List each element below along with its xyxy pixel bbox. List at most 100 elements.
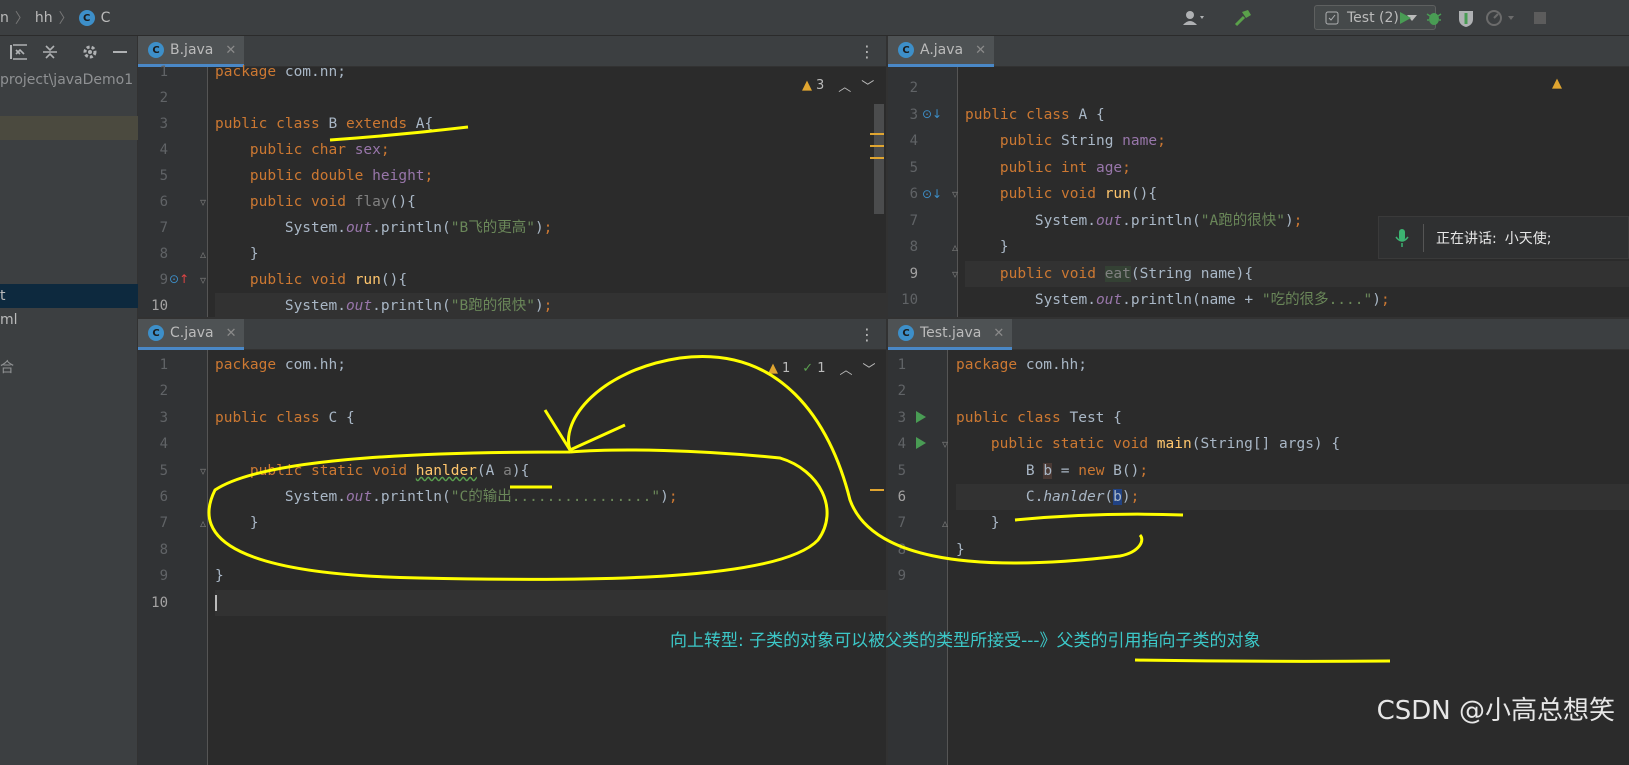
overridden-icon[interactable]: ⊙↓: [922, 107, 942, 121]
line-number: 1: [159, 64, 168, 80]
line-number: 3: [159, 410, 168, 426]
inspection-widget[interactable]: ▲ 1 ✓ 1 ︿ ﹀: [768, 359, 876, 378]
stop-button[interactable]: [1532, 0, 1548, 36]
warning-icon: ▲: [1552, 76, 1562, 91]
line-number: 3: [159, 116, 168, 132]
line-number: 2: [897, 383, 906, 399]
code-line: System.out.println("C的输出................…: [215, 489, 678, 505]
line-gutter: 2 3 4 5 6 7 8 9 10 ⊙↓ ⊙↓ ▿ ▵ ▿: [888, 67, 958, 318]
sidebar-item[interactable]: 合: [0, 356, 138, 380]
overridden-icon[interactable]: ⊙↓: [922, 187, 942, 201]
vcs-user-button[interactable]: [1180, 0, 1208, 36]
sidebar-item-selected[interactable]: t: [0, 284, 138, 308]
code-line: public int age;: [999, 160, 1131, 176]
project-path[interactable]: project\javaDemo1: [0, 68, 138, 92]
warning-icon: ▲: [768, 361, 778, 376]
chevron-down-icon[interactable]: ﹀: [862, 359, 875, 378]
warning-icon: ▲: [802, 78, 812, 93]
debug-button[interactable]: [1424, 0, 1444, 36]
fold-icon[interactable]: ▵: [200, 247, 206, 261]
collapse-all-icon[interactable]: [40, 42, 60, 62]
inspection-widget[interactable]: ▲ 3 ︿ ﹀: [802, 76, 874, 95]
more-options-icon[interactable]: ⋮: [859, 325, 875, 344]
code-line: public String name;: [999, 133, 1166, 149]
typo-check-icon: ✓: [802, 361, 814, 376]
tab-label: C.java: [170, 325, 214, 341]
breadcrumb-package[interactable]: hh: [35, 10, 53, 26]
line-number: 4: [159, 142, 168, 158]
overrides-icon[interactable]: ⊙↑: [169, 272, 189, 286]
line-gutter: 1 2 3 4 5 6 7 8 9 10 ⊙↑ ▿ ▵ ▿: [138, 64, 208, 318]
class-icon: C: [148, 42, 164, 58]
speaking-label: 正在讲话:: [1436, 230, 1497, 247]
scrollbar[interactable]: [874, 104, 884, 214]
inspection-widget[interactable]: ▲: [1552, 76, 1562, 91]
fold-icon[interactable]: ▵: [200, 516, 206, 530]
code-line: [215, 590, 887, 616]
editor-tab-bar: C Test.java ✕: [888, 319, 1629, 350]
line-number: 4: [909, 133, 918, 149]
run-gutter-icon[interactable]: [916, 437, 926, 449]
profile-button[interactable]: [1484, 0, 1518, 36]
tab-test-java[interactable]: C Test.java ✕: [888, 319, 1013, 350]
fold-icon[interactable]: ▿: [952, 267, 958, 281]
code-line: public void run(){: [999, 186, 1158, 202]
run-configuration-select[interactable]: Test (2): [1314, 5, 1436, 30]
sidebar-item[interactable]: ml: [0, 308, 138, 332]
close-icon[interactable]: ✕: [993, 326, 1004, 341]
code-editor[interactable]: package com.hh; public class C { public …: [215, 350, 887, 765]
line-number: 2: [159, 383, 168, 399]
breadcrumb-class[interactable]: C: [101, 10, 111, 26]
error-stripe-mark[interactable]: [870, 157, 884, 159]
fold-icon[interactable]: ▿: [952, 187, 958, 201]
debug-icon: [1426, 13, 1442, 25]
run-icon: [1400, 12, 1411, 24]
test-config-icon: [1325, 11, 1339, 24]
line-number: 2: [909, 80, 918, 96]
tab-c-java[interactable]: C C.java ✕: [138, 319, 245, 350]
expand-all-icon[interactable]: [10, 42, 30, 62]
close-icon[interactable]: ✕: [225, 43, 236, 58]
gear-icon[interactable]: [80, 42, 100, 62]
editor-tab-bar: C A.java ✕: [888, 36, 1629, 67]
fold-icon[interactable]: ▿: [200, 464, 206, 478]
fold-icon[interactable]: ▵: [952, 240, 958, 254]
fold-icon[interactable]: ▿: [200, 273, 206, 287]
fold-icon[interactable]: ▵: [942, 516, 948, 530]
horizontal-splitter[interactable]: [138, 317, 1629, 319]
project-toolbar: [0, 36, 138, 68]
code-editor[interactable]: package com.nn; public class B extends A…: [215, 64, 887, 318]
error-stripe-mark[interactable]: [870, 489, 884, 491]
error-stripe-mark[interactable]: [870, 133, 884, 135]
run-button[interactable]: [1396, 0, 1414, 36]
close-icon[interactable]: ✕: [226, 326, 237, 341]
error-stripe-mark[interactable]: [870, 145, 884, 147]
chevron-down-icon[interactable]: ﹀: [861, 76, 874, 95]
chevron-up-icon[interactable]: ︿: [839, 359, 852, 378]
navigation-bar: n 〉 hh 〉 C C Test (2): [0, 0, 1629, 36]
run-gutter-icon[interactable]: [916, 411, 926, 423]
line-number: 5: [897, 463, 906, 479]
tab-a-java[interactable]: C A.java ✕: [888, 36, 995, 67]
chevron-right-icon: 〉: [58, 11, 73, 27]
line-number: 7: [159, 220, 168, 236]
chevron-right-icon: 〉: [14, 11, 29, 27]
code-line: public double height;: [249, 168, 434, 184]
chevron-up-icon[interactable]: ︿: [838, 76, 851, 95]
editor-pane-b: C B.java ✕ ⋮ 1 2 3 4 5 6 7 8 9 10 ⊙↑ ▿ ▵…: [138, 36, 887, 318]
code-line: public class Test {: [956, 410, 1122, 426]
fold-icon[interactable]: ▿: [200, 195, 206, 209]
vertical-splitter[interactable]: [886, 36, 888, 765]
run-with-coverage-button[interactable]: [1456, 0, 1476, 36]
minimize-icon[interactable]: [110, 42, 130, 62]
close-icon[interactable]: ✕: [975, 43, 986, 58]
sidebar-highlight-row[interactable]: [0, 116, 138, 140]
breadcrumb-module[interactable]: n: [0, 10, 9, 26]
code-editor[interactable]: public class A { public String name; pub…: [965, 67, 1629, 318]
code-line: System.out.println(name + "吃的很多....");: [965, 292, 1390, 308]
fold-icon[interactable]: ▿: [942, 437, 948, 451]
warning-count: 3: [816, 78, 825, 93]
build-button[interactable]: [1232, 0, 1254, 36]
